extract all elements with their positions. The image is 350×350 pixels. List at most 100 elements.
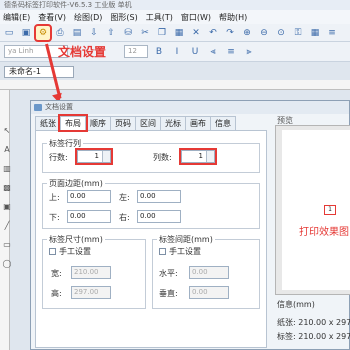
new-document-icon[interactable]: ▭ xyxy=(2,26,16,40)
info-label: 信息(mm) xyxy=(277,300,315,309)
label-gap-manual-checkbox[interactable] xyxy=(159,248,166,255)
save-icon[interactable]: ▣ xyxy=(19,26,33,40)
align-center-icon[interactable]: ≡ xyxy=(224,45,238,59)
text-tool-icon[interactable]: A xyxy=(4,145,9,154)
qrcode-tool-icon[interactable]: ▩ xyxy=(3,183,11,192)
label-size-label: 标签尺寸(mm) xyxy=(47,234,105,245)
margin-right-label: 右: xyxy=(119,213,130,222)
menu-edit[interactable]: 编辑(E) xyxy=(2,12,31,23)
label-size-manual-checkbox[interactable] xyxy=(49,248,56,255)
margin-top-input[interactable]: 0.00 xyxy=(67,190,111,203)
height-label: 高: xyxy=(51,289,62,298)
dialog-titlebar: 文档设置 xyxy=(31,101,349,114)
preview-area: 1 打印效果图 xyxy=(275,125,350,295)
align-icon[interactable]: ≡ xyxy=(325,26,339,40)
rows-label: 行数: xyxy=(49,153,68,162)
barcode-tool-icon[interactable]: ▥ xyxy=(3,164,11,173)
image-tool-icon[interactable]: ▣ xyxy=(3,202,11,211)
paste-icon[interactable]: ▦ xyxy=(172,26,186,40)
horizontal-gap-input[interactable]: 0.00 xyxy=(189,266,229,279)
menu-tools[interactable]: 工具(T) xyxy=(145,12,174,23)
tab-order[interactable]: 顺序 xyxy=(85,116,111,130)
bold-icon[interactable]: B xyxy=(152,45,166,59)
row-col-label: 标签行列 xyxy=(47,138,83,149)
preview-cell-number: 1 xyxy=(324,205,336,215)
rect-tool-icon[interactable]: ▭ xyxy=(3,240,11,249)
zoom-out-icon[interactable]: ⊖ xyxy=(257,26,271,40)
ellipse-tool-icon[interactable]: ◯ xyxy=(3,259,12,268)
cut-icon[interactable]: ✂ xyxy=(138,26,152,40)
italic-icon[interactable]: I xyxy=(170,45,184,59)
horizontal-ruler xyxy=(0,80,350,90)
menu-window[interactable]: 窗口(W) xyxy=(180,12,212,23)
dialog-app-icon xyxy=(34,104,42,111)
width-input[interactable]: 210.00 xyxy=(71,266,111,279)
menu-shape[interactable]: 图形(S) xyxy=(109,12,138,23)
tab-cursor[interactable]: 光标 xyxy=(160,116,186,130)
copy-icon[interactable]: ❐ xyxy=(155,26,169,40)
menu-draw[interactable]: 绘图(D) xyxy=(73,12,103,23)
underline-icon[interactable]: U xyxy=(188,45,202,59)
undo-icon[interactable]: ↶ xyxy=(206,26,220,40)
delete-icon[interactable]: ✕ xyxy=(189,26,203,40)
margin-right-input[interactable]: 0.00 xyxy=(137,210,181,223)
menu-view[interactable]: 查看(V) xyxy=(37,12,67,23)
label-size-manual-label: 手工设置 xyxy=(59,247,91,256)
layout-panel: 标签行列 行数: 1 列数: 1 页面边距(mm) 上: 0.00 左: 0.0… xyxy=(35,130,267,348)
menu-help[interactable]: 帮助(H) xyxy=(218,12,248,23)
redo-icon[interactable]: ↷ xyxy=(223,26,237,40)
document-tab[interactable]: 未命名-1 xyxy=(4,66,74,78)
align-left-icon[interactable]: ⫷ xyxy=(206,45,220,59)
line-tool-icon[interactable]: ╱ xyxy=(5,221,10,230)
tab-paper[interactable]: 纸张 xyxy=(35,116,61,130)
margin-bottom-input[interactable]: 0.00 xyxy=(67,210,111,223)
label-gap-group: 标签间距(mm) 手工设置 水平: 0.00 垂直: 0.00 xyxy=(152,234,260,309)
print-preview-icon[interactable]: ▤ xyxy=(70,26,84,40)
vertical-gap-label: 垂直: xyxy=(159,289,178,298)
zoom-fit-icon[interactable]: ⊙ xyxy=(274,26,288,40)
grid-icon[interactable]: ▦ xyxy=(308,26,322,40)
left-toolbox: ↖ A ▥ ▩ ▣ ╱ ▭ ◯ xyxy=(0,120,14,330)
document-settings-dialog: 文档设置 纸张 布局 顺序 页码 区间 光标 画布 信息 标签行列 行数: 1 … xyxy=(30,100,350,350)
preview-paper: 1 打印效果图 xyxy=(282,130,350,290)
label-size-group: 标签尺寸(mm) 手工设置 宽: 210.00 高: 297.00 xyxy=(42,234,146,309)
margin-bottom-label: 下: xyxy=(49,213,60,222)
rows-spinner[interactable] xyxy=(102,151,110,162)
menu-bar: 编辑(E) 查看(V) 绘图(D) 图形(S) 工具(T) 窗口(W) 帮助(H… xyxy=(0,10,350,24)
rows-value: 1 xyxy=(94,152,99,160)
document-settings-callout: 文档设置 xyxy=(58,45,107,59)
margin-left-label: 左: xyxy=(119,193,130,202)
format-toolbar: ya Linh 12 B I U ⫷ ≡ ⫸ xyxy=(0,42,350,62)
margin-left-input[interactable]: 0.00 xyxy=(137,190,181,203)
rows-input[interactable]: 1 xyxy=(75,148,113,165)
document-settings-icon[interactable]: ⚙ xyxy=(34,23,52,42)
pointer-tool-icon[interactable]: ↖ xyxy=(4,126,11,135)
info-label-size: 标签: 210.00 x 297.0 xyxy=(277,332,350,341)
margin-top-label: 上: xyxy=(49,193,60,202)
preview-caption: 打印效果图 xyxy=(299,227,349,238)
width-label: 宽: xyxy=(51,269,62,278)
font-size-select[interactable]: 12 xyxy=(124,45,148,58)
label-gap-label: 标签间距(mm) xyxy=(157,234,215,245)
lock-icon[interactable]: ⚿ xyxy=(291,26,305,40)
vertical-gap-input[interactable]: 0.00 xyxy=(189,286,229,299)
cols-spinner[interactable] xyxy=(206,151,214,162)
cols-label: 列数: xyxy=(153,153,172,162)
tab-range[interactable]: 区间 xyxy=(135,116,161,130)
margins-label: 页面边距(mm) xyxy=(47,178,105,189)
align-right-icon[interactable]: ⫸ xyxy=(242,45,256,59)
cols-input[interactable]: 1 xyxy=(179,148,217,165)
zoom-in-icon[interactable]: ⊕ xyxy=(240,26,254,40)
height-input[interactable]: 297.00 xyxy=(71,286,111,299)
print-icon[interactable]: ⎙ xyxy=(53,26,67,40)
horizontal-gap-label: 水平: xyxy=(159,269,178,278)
dialog-title: 文档设置 xyxy=(45,103,73,111)
tab-info[interactable]: 信息 xyxy=(210,116,236,130)
tab-page-number[interactable]: 页码 xyxy=(110,116,136,130)
tab-canvas[interactable]: 画布 xyxy=(185,116,211,130)
tab-layout[interactable]: 布局 xyxy=(58,114,88,132)
import-icon[interactable]: ⇩ xyxy=(87,26,101,40)
database-icon[interactable]: ⛁ xyxy=(121,26,135,40)
export-icon[interactable]: ⇧ xyxy=(104,26,118,40)
window-title: 德条码标签打印软件-V6.5.3 工业版 单机 xyxy=(0,0,350,10)
